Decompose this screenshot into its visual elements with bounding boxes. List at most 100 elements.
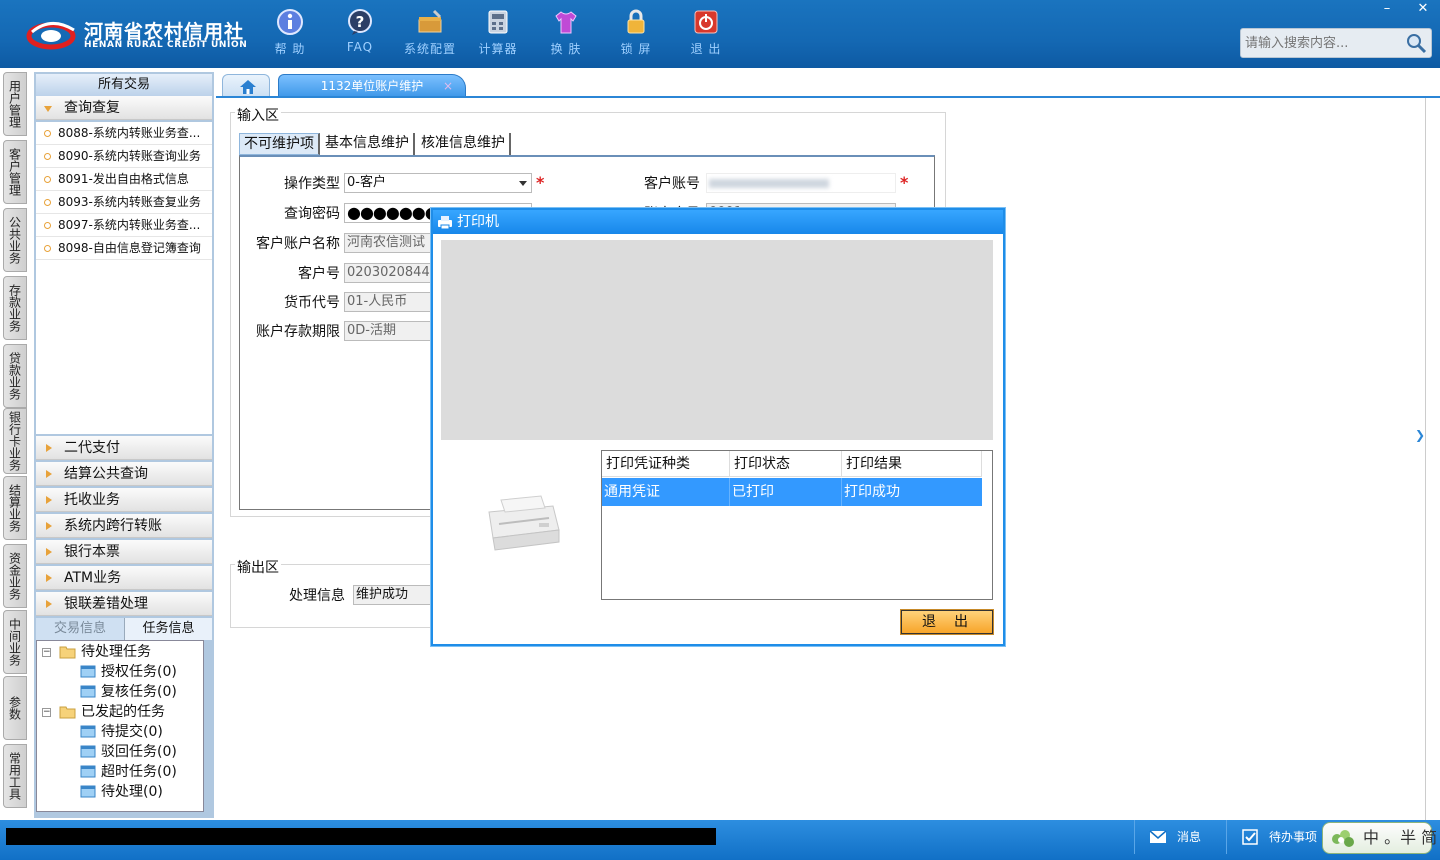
vtab-bank-card[interactable]: 银行卡业务 [3,408,27,474]
calculator-icon [488,10,508,34]
op-type-select[interactable]: 0-客户 [344,173,532,193]
vtab-customer-management[interactable]: 客户管理 [3,140,27,204]
ime-indicator[interactable]: 中 。半 简 [1322,822,1437,854]
accordion-label: 结算公共查询 [64,466,148,482]
module-vertical-tabs: 用户管理 客户管理 公共业务 存款业务 贷款业务 银行卡业务 结算业务 资金业务… [0,68,30,820]
lock-screen-label: 锁 屏 [620,42,652,56]
vtab-settlement[interactable]: 结算业务 [3,476,27,540]
account-name-label: 客户账户名称 [256,236,340,252]
vtab-parameters[interactable]: 参数 [3,676,27,740]
vtab-common-tools[interactable]: 常用工具 [3,744,27,808]
todo-button[interactable]: 待办事项 [1226,820,1322,854]
required-mark: * [900,173,909,192]
tab-home[interactable] [222,74,270,98]
faq-label: FAQ [346,40,374,54]
collapse-toggle-icon[interactable]: − [42,708,51,717]
change-skin-button[interactable]: 换 肤 [534,8,598,60]
accordion-collection[interactable]: 托收业务 [36,488,212,512]
system-config-button[interactable]: 系统配置 [398,8,462,60]
accordion-unionpay-error[interactable]: 银联差错处理 [36,592,212,616]
dialog-titlebar: 打印机 [433,210,1003,234]
logout-button[interactable]: 退 出 [674,8,738,60]
password-label: 查询密码 [284,206,340,222]
vtab-loan[interactable]: 贷款业务 [3,344,27,408]
list-item[interactable]: 8091-发出自由格式信息 [36,168,212,191]
accordion-settlement-query[interactable]: 结算公共查询 [36,462,212,486]
calculator-button[interactable]: 计算器 [466,8,530,60]
required-mark: * [536,173,545,192]
transaction-sidebar: 所有交易 查询查复 8088-系统内转账业务查... 8090-系统内转账查询业… [34,72,214,818]
table-cell: 通用凭证 [602,478,730,506]
window-controls: – ✕ [1370,0,1440,20]
vtab-public-business[interactable]: 公共业务 [3,208,27,272]
table-cell: 已打印 [730,478,842,506]
tree-node-review[interactable]: 复核任务(0) [79,682,177,702]
lock-screen-button[interactable]: 锁 屏 [604,8,668,60]
tree-node-label: 复核任务(0) [101,684,177,700]
printer-small-icon [438,216,452,230]
tab-account-maintenance[interactable]: 1132单位账户维护 × [278,74,466,98]
minimize-button[interactable]: – [1370,0,1404,20]
expand-right-icon[interactable]: ❯ [1415,428,1425,458]
envelope-icon [1149,830,1167,843]
vtab-intermediary[interactable]: 中间业务 [3,610,27,674]
accordion-cnaps2[interactable]: 二代支付 [36,436,212,460]
tree-node-authorize[interactable]: 授权任务(0) [79,662,177,682]
bullet-icon [44,245,51,252]
home-icon [240,80,256,94]
list-item[interactable]: 8088-系统内转账业务查... [36,122,212,145]
shirt-icon [555,11,577,34]
vtab-funds[interactable]: 资金业务 [3,544,27,608]
form-subtabs: 不可维护项 基本信息维护 核准信息维护 [239,133,511,155]
close-window-button[interactable]: ✕ [1406,0,1440,20]
close-tab-icon[interactable]: × [443,75,453,97]
tree-node-pending[interactable]: 待处理任务 [59,642,151,662]
tree-node-to-process[interactable]: 待处理(0) [79,782,163,802]
tree-node-label: 待处理(0) [101,784,163,800]
tab-basic-info[interactable]: 基本信息维护 [321,133,415,155]
print-result-table: 打印凭证种类 打印状态 打印结果 通用凭证 已打印 打印成功 [601,450,993,600]
accordion-query-reply[interactable]: 查询查复 [36,96,212,120]
list-item[interactable]: 8097-系统内转账业务查... [36,214,212,237]
tree-node-rejected[interactable]: 驳回任务(0) [79,742,177,762]
power-icon [694,10,718,34]
list-item[interactable]: 8093-系统内转账查复业务 [36,191,212,214]
search-input[interactable] [1241,29,1401,57]
list-item[interactable]: 8098-自由信息登记簿查询 [36,237,212,260]
account-no-field[interactable] [706,173,896,193]
table-row[interactable]: 通用凭证 已打印 打印成功 [602,478,982,506]
bullet-icon [44,199,51,206]
faq-button[interactable]: ? FAQ [328,8,392,60]
tab-transaction-info[interactable]: 交易信息 [36,618,124,640]
collapsed-arrow-icon [46,574,52,582]
accordion-cashier-check[interactable]: 银行本票 [36,540,212,564]
list-item[interactable]: 8090-系统内转账查询业务 [36,145,212,168]
accordion-label: 查询查复 [64,100,120,116]
accordion-interbank-transfer[interactable]: 系统内跨行转账 [36,514,212,538]
task-tabs: 交易信息 任务信息 [36,618,212,640]
help-button[interactable]: 帮 助 [258,8,322,60]
search-icon[interactable] [1405,32,1427,54]
tree-node-label: 授权任务(0) [101,664,177,680]
table-cell: 打印成功 [844,484,900,500]
input-area-title: 输入区 [235,105,281,125]
toolbox-icon [418,9,442,33]
tab-approval-info[interactable]: 核准信息维护 [417,133,511,155]
tree-node-initiated[interactable]: 已发起的任务 [59,702,165,722]
term-value: 0D-活期 [347,323,396,338]
task-list-icon [80,725,96,738]
exit-button[interactable]: 退出 [900,609,994,635]
tree-node-to-submit[interactable]: 待提交(0) [79,722,163,742]
currency-value: 01-人民币 [347,294,408,309]
collapse-toggle-icon[interactable]: − [42,648,51,657]
redacted-value [709,179,829,188]
messages-button[interactable]: 消息 [1134,820,1226,854]
bullet-icon [44,153,51,160]
tree-node-timeout[interactable]: 超时任务(0) [79,762,177,782]
tab-task-info[interactable]: 任务信息 [124,618,212,640]
vtab-deposit[interactable]: 存款业务 [3,276,27,340]
vtab-user-management[interactable]: 用户管理 [3,72,27,136]
collapsed-arrow-icon [46,548,52,556]
accordion-atm[interactable]: ATM业务 [36,566,212,590]
tab-non-maintainable[interactable]: 不可维护项 [239,133,320,155]
